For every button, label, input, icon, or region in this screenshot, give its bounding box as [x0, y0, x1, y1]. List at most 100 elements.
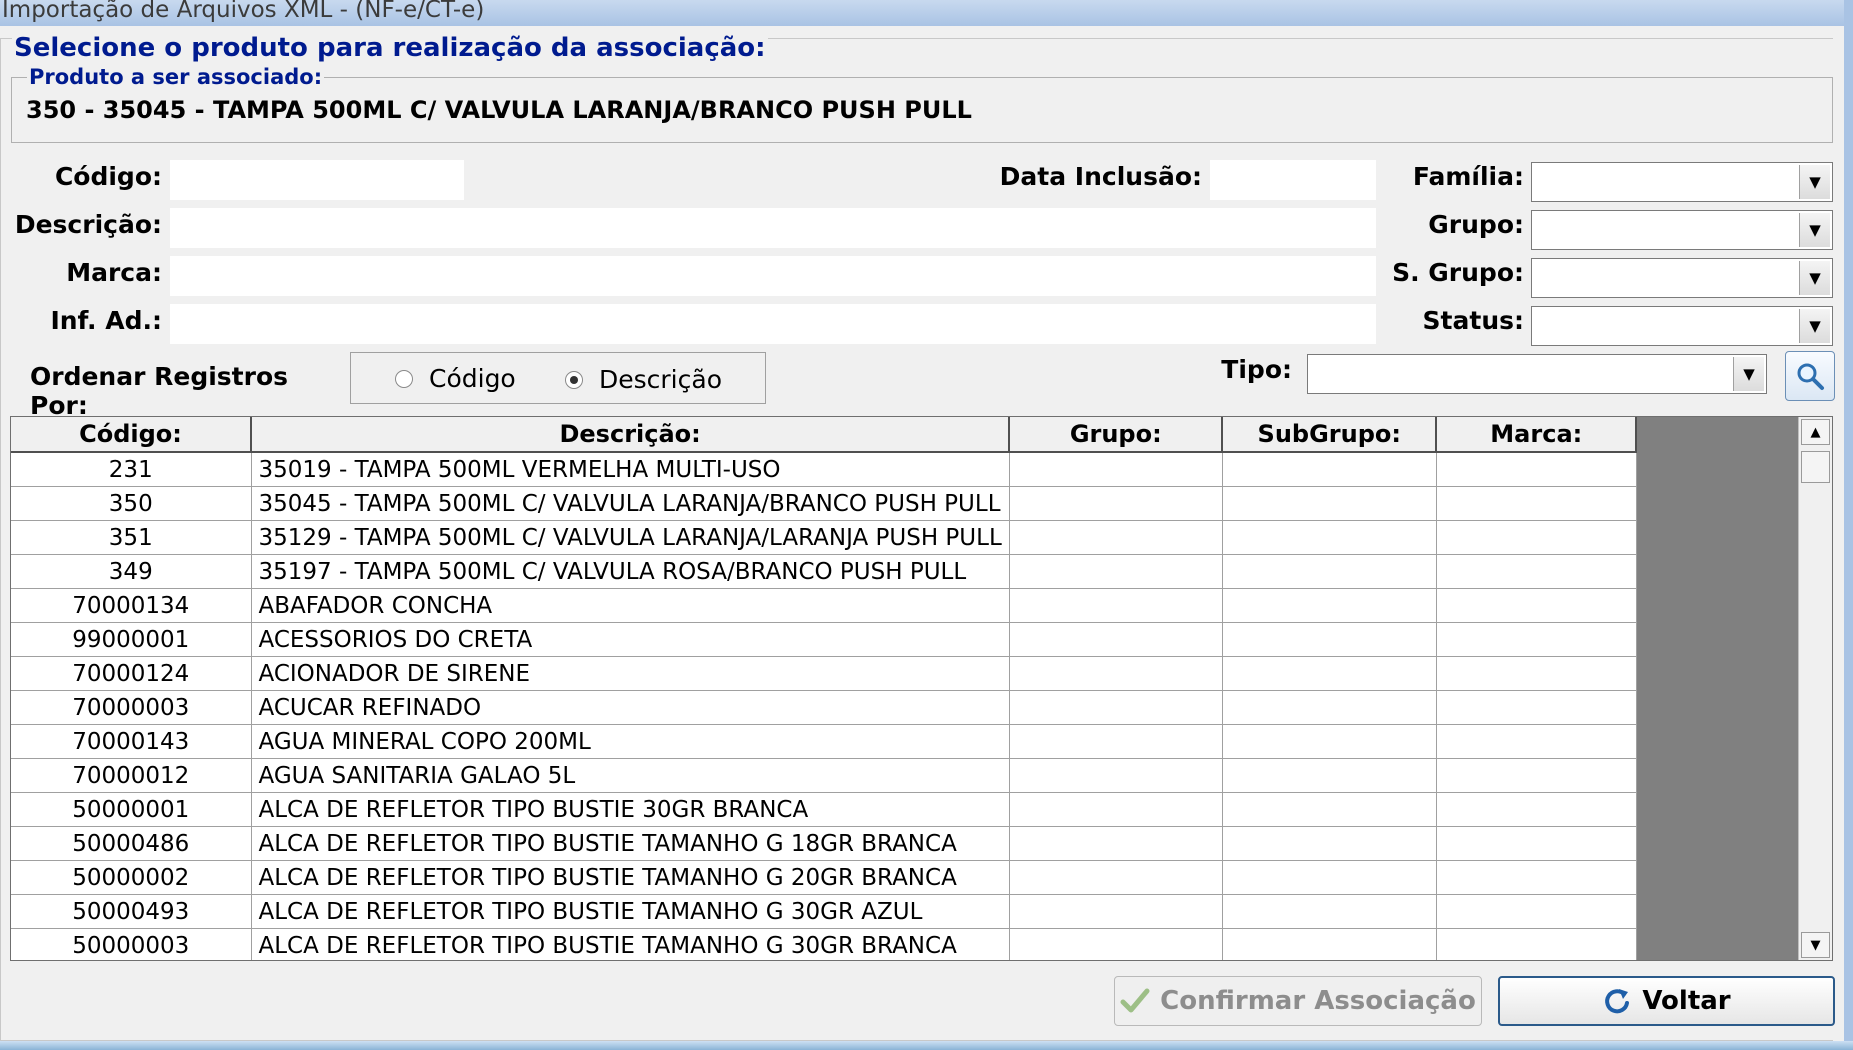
cell-marca[interactable]	[1436, 894, 1637, 929]
cell-marca[interactable]	[1436, 724, 1637, 759]
cell-descricao[interactable]: 35045 - TAMPA 500ML C/ VALVULA LARANJA/B…	[251, 486, 1010, 521]
cell-grupo[interactable]	[1009, 622, 1223, 657]
grid-scrollbar[interactable]: ▲ ▼	[1798, 417, 1832, 960]
cell-descricao[interactable]: AGUA MINERAL COPO 200ML	[251, 724, 1010, 759]
confirm-association-button[interactable]: Confirmar Associação	[1114, 976, 1482, 1026]
radio-order-descricao[interactable]: Descrição	[565, 365, 722, 394]
cell-marca[interactable]	[1436, 486, 1637, 521]
cell-codigo[interactable]: 350	[11, 486, 252, 521]
cell-grupo[interactable]	[1009, 452, 1223, 487]
cell-descricao[interactable]: ALCA DE REFLETOR TIPO BUSTIE TAMANHO G 2…	[251, 860, 1010, 895]
cell-codigo[interactable]: 70000012	[11, 758, 252, 793]
tipo-select[interactable]: ▼	[1307, 354, 1767, 394]
cell-codigo[interactable]: 50000486	[11, 826, 252, 861]
status-select[interactable]: ▼	[1531, 306, 1833, 346]
cell-subgrupo[interactable]	[1222, 826, 1437, 861]
search-button[interactable]	[1785, 351, 1835, 401]
radio-circle-icon[interactable]	[395, 369, 413, 388]
cell-marca[interactable]	[1436, 792, 1637, 827]
codigo-field[interactable]	[170, 160, 464, 200]
table-row[interactable]: 70000012 AGUA SANITARIA GALAO 5L	[11, 758, 1637, 793]
cell-codigo[interactable]: 50000003	[11, 928, 252, 960]
cell-subgrupo[interactable]	[1222, 928, 1437, 960]
table-row[interactable]: 70000134 ABAFADOR CONCHA	[11, 588, 1637, 623]
cell-codigo[interactable]: 349	[11, 554, 252, 589]
table-row[interactable]: 99000001 ACESSORIOS DO CRETA	[11, 622, 1637, 657]
cell-descricao[interactable]: AGUA SANITARIA GALAO 5L	[251, 758, 1010, 793]
cell-marca[interactable]	[1436, 928, 1637, 960]
table-row[interactable]: 349 35197 - TAMPA 500ML C/ VALVULA ROSA/B…	[11, 554, 1637, 589]
cell-subgrupo[interactable]	[1222, 486, 1437, 521]
chevron-down-icon[interactable]: ▼	[1799, 213, 1830, 247]
cell-marca[interactable]	[1436, 588, 1637, 623]
table-row[interactable]: 351 35129 - TAMPA 500ML C/ VALVULA LARANJ…	[11, 520, 1637, 555]
back-button[interactable]: Voltar	[1498, 976, 1835, 1026]
table-row[interactable]: 70000124 ACIONADOR DE SIRENE	[11, 656, 1637, 691]
cell-grupo[interactable]	[1009, 520, 1223, 555]
scroll-down-icon[interactable]: ▼	[1801, 932, 1830, 958]
s-grupo-select[interactable]: ▼	[1531, 258, 1833, 298]
cell-marca[interactable]	[1436, 656, 1637, 691]
cell-marca[interactable]	[1436, 758, 1637, 793]
cell-descricao[interactable]: ALCA DE REFLETOR TIPO BUSTIE TAMANHO G 1…	[251, 826, 1010, 861]
header-codigo[interactable]: Código:	[11, 417, 252, 453]
header-grupo[interactable]: Grupo:	[1009, 417, 1224, 453]
cell-grupo[interactable]	[1009, 588, 1223, 623]
cell-marca[interactable]	[1436, 452, 1637, 487]
radio-circle-checked-icon[interactable]	[565, 370, 583, 389]
cell-grupo[interactable]	[1009, 894, 1223, 929]
cell-grupo[interactable]	[1009, 724, 1223, 759]
cell-descricao[interactable]: ACIONADOR DE SIRENE	[251, 656, 1010, 691]
cell-codigo[interactable]: 70000134	[11, 588, 252, 623]
cell-subgrupo[interactable]	[1222, 452, 1437, 487]
cell-descricao[interactable]: 35197 - TAMPA 500ML C/ VALVULA ROSA/BRAN…	[251, 554, 1010, 589]
header-marca[interactable]: Marca:	[1436, 417, 1638, 453]
familia-select[interactable]: ▼	[1531, 162, 1833, 202]
cell-subgrupo[interactable]	[1222, 554, 1437, 589]
scroll-up-icon[interactable]: ▲	[1801, 419, 1830, 445]
table-row[interactable]: 70000003 ACUCAR REFINADO	[11, 690, 1637, 725]
cell-grupo[interactable]	[1009, 928, 1223, 960]
grupo-select[interactable]: ▼	[1531, 210, 1833, 250]
cell-marca[interactable]	[1436, 554, 1637, 589]
cell-subgrupo[interactable]	[1222, 724, 1437, 759]
chevron-down-icon[interactable]: ▼	[1799, 309, 1830, 343]
cell-codigo[interactable]: 351	[11, 520, 252, 555]
cell-grupo[interactable]	[1009, 486, 1223, 521]
descricao-field[interactable]	[170, 208, 1376, 248]
table-row[interactable]: 231 35019 - TAMPA 500ML VERMELHA MULTI-US…	[11, 452, 1637, 487]
cell-descricao[interactable]: ACESSORIOS DO CRETA	[251, 622, 1010, 657]
cell-codigo[interactable]: 50000002	[11, 860, 252, 895]
cell-grupo[interactable]	[1009, 826, 1223, 861]
chevron-down-icon[interactable]: ▼	[1733, 357, 1764, 391]
cell-subgrupo[interactable]	[1222, 622, 1437, 657]
table-row[interactable]: 70000143 AGUA MINERAL COPO 200ML	[11, 724, 1637, 759]
cell-codigo[interactable]: 50000001	[11, 792, 252, 827]
table-row[interactable]: 50000486 ALCA DE REFLETOR TIPO BUSTIE TAM…	[11, 826, 1637, 861]
cell-grupo[interactable]	[1009, 554, 1223, 589]
cell-grupo[interactable]	[1009, 758, 1223, 793]
header-descricao[interactable]: Descrição:	[251, 417, 1011, 453]
cell-subgrupo[interactable]	[1222, 588, 1437, 623]
cell-subgrupo[interactable]	[1222, 520, 1437, 555]
cell-grupo[interactable]	[1009, 860, 1223, 895]
cell-descricao[interactable]: ALCA DE REFLETOR TIPO BUSTIE TAMANHO G 3…	[251, 894, 1010, 929]
cell-marca[interactable]	[1436, 826, 1637, 861]
chevron-down-icon[interactable]: ▼	[1799, 261, 1830, 295]
cell-subgrupo[interactable]	[1222, 894, 1437, 929]
table-row[interactable]: 50000001 ALCA DE REFLETOR TIPO BUSTIE 30G…	[11, 792, 1637, 827]
cell-subgrupo[interactable]	[1222, 690, 1437, 725]
table-row[interactable]: 50000493 ALCA DE REFLETOR TIPO BUSTIE TAM…	[11, 894, 1637, 929]
cell-grupo[interactable]	[1009, 656, 1223, 691]
cell-codigo[interactable]: 70000143	[11, 724, 252, 759]
cell-descricao[interactable]: ACUCAR REFINADO	[251, 690, 1010, 725]
table-row[interactable]: 50000002 ALCA DE REFLETOR TIPO BUSTIE TAM…	[11, 860, 1637, 895]
cell-descricao[interactable]: ABAFADOR CONCHA	[251, 588, 1010, 623]
cell-codigo[interactable]: 50000493	[11, 894, 252, 929]
header-subgrupo[interactable]: SubGrupo:	[1222, 417, 1438, 453]
cell-descricao[interactable]: 35019 - TAMPA 500ML VERMELHA MULTI-USO	[251, 452, 1010, 487]
cell-codigo[interactable]: 99000001	[11, 622, 252, 657]
chevron-down-icon[interactable]: ▼	[1799, 165, 1830, 199]
cell-subgrupo[interactable]	[1222, 792, 1437, 827]
cell-descricao[interactable]: ALCA DE REFLETOR TIPO BUSTIE 30GR BRANCA	[251, 792, 1010, 827]
